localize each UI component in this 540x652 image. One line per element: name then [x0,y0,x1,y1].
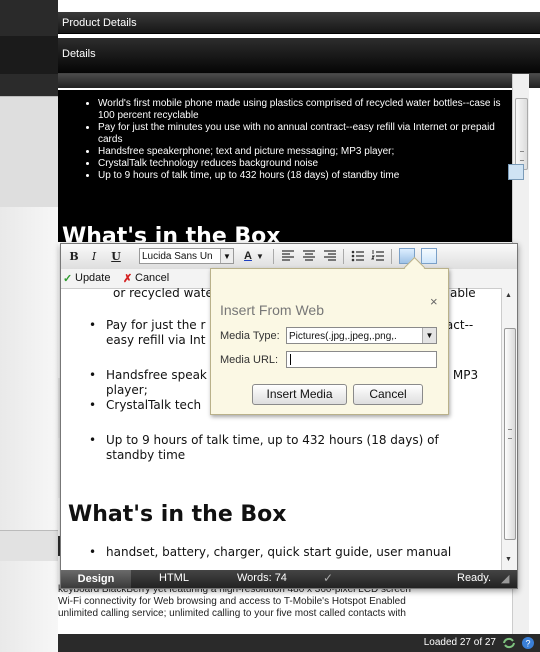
insert-media-button[interactable]: Insert Media [252,384,347,405]
spellcheck-icon[interactable]: ✓ [323,571,333,585]
description-text: keyboard BlackBerry yet featuring a high… [58,584,510,620]
media-type-label: Media Type: [220,330,280,342]
details-header[interactable]: Details [58,38,540,74]
toolbar-separator [343,249,344,264]
insert-image-icon[interactable] [421,248,437,264]
insert-from-web-dialog: Insert From Web × Media Type: Pictures(.… [210,256,449,415]
media-type-value: Pictures(.jpg,.jpeg,.png,. [289,331,397,342]
resize-grip-icon[interactable]: ◢ [501,572,509,585]
left-panel-bar [0,74,58,96]
text-line: unlimited calling service; unlimited cal… [58,608,406,619]
status-bar: Loaded 27 of 27 ? [58,634,540,652]
tab-design[interactable]: Design [61,570,131,588]
refresh-icon[interactable] [503,637,515,649]
bullet-list-icon[interactable] [351,249,365,263]
tab-html[interactable]: HTML [159,572,189,584]
editor-toolbar: B I U Lucida Sans Un ▼ A ▼ [61,244,517,270]
list-item-text: Up to 9 hours of talk time, up to 432 ho… [106,433,439,447]
list-item: Up to 9 hours of talk time, up to 432 ho… [98,170,512,182]
left-panel-section [0,96,58,207]
media-type-select[interactable]: Pictures(.jpg,.jpeg,.png,. ▼ [286,327,437,344]
text-fragment: or recycled wate [113,288,213,300]
help-icon[interactable]: ? [522,637,534,649]
scroll-down-icon[interactable]: ▼ [505,556,512,563]
font-select-value: Lucida Sans Un [142,251,213,262]
scrollbar-thumb[interactable] [515,98,528,170]
editor-state: Ready. [457,572,492,584]
x-icon[interactable]: ✗ [123,272,132,285]
align-left-icon[interactable] [281,249,295,263]
text-line: Wi-Fi connectivity for Web browsing and … [58,596,406,607]
editor-scrollbar[interactable]: ▲ ▼ [501,288,517,570]
left-panel-header [0,0,58,36]
list-item-text: standby time [106,448,186,462]
italic-button[interactable]: I [87,249,101,264]
underline-button[interactable]: U [109,249,123,264]
font-color-button[interactable]: A [241,249,255,264]
update-button[interactable]: Update [75,272,110,284]
list-item-text: player; [106,383,148,397]
list-item: CrystalTalk technology reduces backgroun… [98,158,512,170]
editor-scrollbar-thumb[interactable] [504,328,516,540]
bold-button[interactable]: B [67,249,81,264]
check-icon[interactable]: ✓ [63,272,72,285]
list-item-text: easy refill via Int [106,333,206,347]
feature-list: World's first mobile phone made using pl… [58,98,512,182]
close-icon[interactable]: × [430,294,438,309]
list-item-text: Pay for just the r [106,318,206,332]
list-item: • [89,433,97,447]
list-item-text: Handsfree speak [106,368,207,382]
list-item: • [89,368,97,382]
cancel-edit-button[interactable]: Cancel [135,272,169,284]
text-fragment: able [450,288,476,300]
cancel-button[interactable]: Cancel [353,384,423,405]
footer-icons: ? [503,637,534,649]
chevron-down-icon[interactable]: ▼ [220,249,233,263]
list-item-text: ; MP3 [445,368,479,382]
list-item: • [89,398,97,412]
align-center-icon[interactable] [302,249,316,263]
list-item: Pay for just the minutes you use with no… [98,122,512,146]
word-count: Words: 74 [237,572,287,584]
left-panel-subheader [0,36,58,74]
list-item-text: CrystalTalk tech [106,398,202,412]
list-item: World's first mobile phone made using pl… [98,98,512,122]
details-content: World's first mobile phone made using pl… [58,90,512,242]
chevron-down-icon[interactable]: ▼ [256,249,264,264]
left-panel-section [0,530,58,561]
chevron-down-icon[interactable]: ▼ [422,328,436,343]
left-panel [0,0,58,652]
dialog-title: Insert From Web [220,302,324,318]
font-select[interactable]: Lucida Sans Un ▼ [139,248,234,264]
product-details-header[interactable]: Product Details [58,12,540,34]
media-url-label: Media URL: [220,354,279,366]
align-right-icon[interactable] [323,249,337,263]
edit-icon[interactable] [508,164,524,180]
scroll-up-icon[interactable]: ▲ [505,292,512,299]
details-bar [58,74,540,88]
toolbar-separator [273,249,274,264]
editor-status-bar: Design HTML Words: 74 ✓ Ready. ◢ [61,570,517,588]
text-caret [290,354,291,365]
toolbar-separator [391,249,392,264]
list-item: Handsfree speakerphone; text and picture… [98,146,512,158]
list-item-text: handset, battery, charger, quick start g… [106,545,452,559]
list-item: • [89,545,97,559]
media-url-input[interactable] [286,351,437,368]
loaded-count: Loaded 27 of 27 [423,637,496,648]
svg-text:?: ? [525,639,530,649]
list-item: • [89,318,97,332]
box-heading: What's in the Box [68,502,287,527]
numbered-list-icon[interactable] [371,249,385,263]
